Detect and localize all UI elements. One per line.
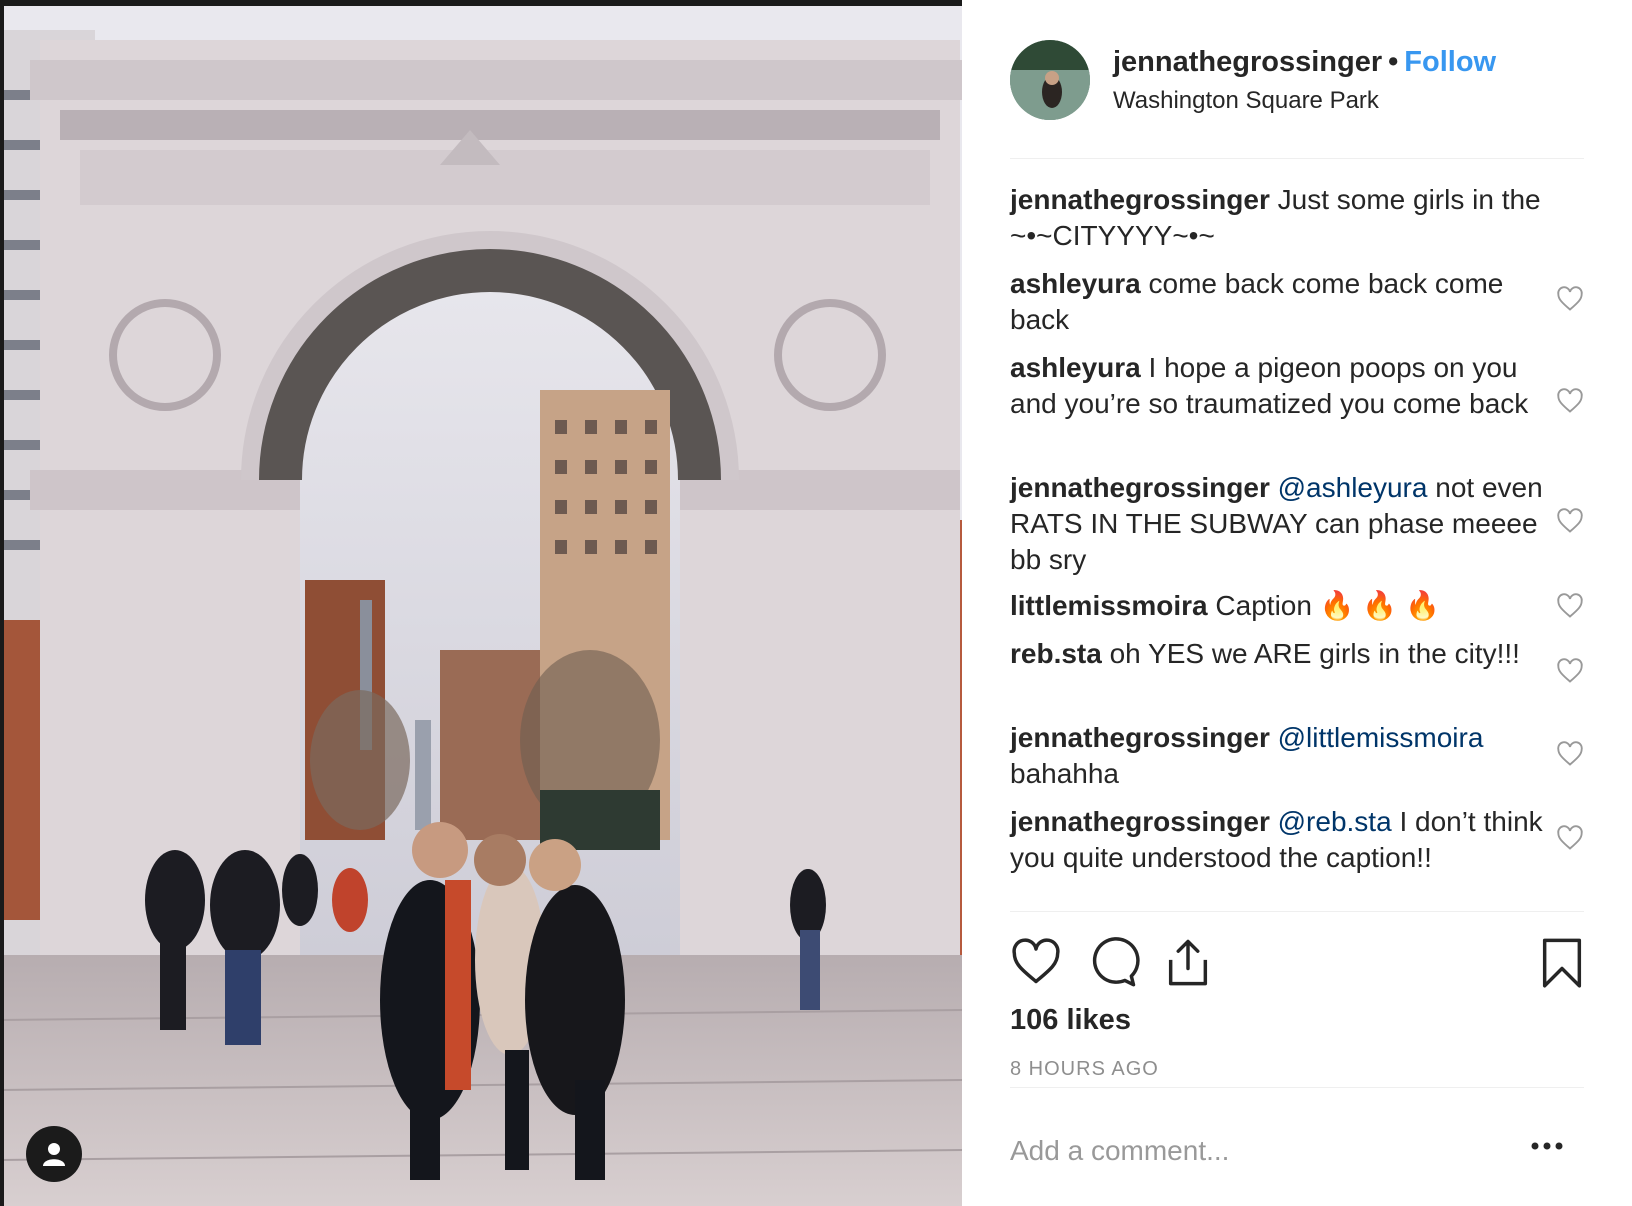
comment-like-heart-icon[interactable] [1556, 740, 1584, 768]
comment-like-heart-icon[interactable] [1556, 387, 1584, 415]
location-link[interactable]: Washington Square Park [1113, 87, 1379, 115]
comment-username[interactable]: jennathegrossinger [1010, 806, 1270, 837]
user-tag-icon [43, 1143, 65, 1166]
header-username[interactable]: jennathegrossinger [1113, 46, 1382, 78]
bookmark-icon[interactable] [1536, 936, 1588, 988]
arch-photo [0, 0, 962, 1206]
comment-like-heart-icon[interactable] [1556, 657, 1584, 685]
comment-item: jennathegrossinger @ashleyura not even R… [1010, 470, 1550, 578]
comment-mention[interactable]: @littlemissmoira [1278, 722, 1484, 753]
comment-username[interactable]: littlemissmoira [1010, 590, 1208, 621]
comment-like-heart-icon[interactable] [1556, 824, 1584, 852]
post-photo[interactable] [0, 0, 962, 1206]
post-timestamp[interactable]: 8 HOURS AGO [1010, 1058, 1159, 1081]
separator-dot: • [1388, 46, 1399, 78]
action-bar [1010, 936, 1584, 992]
comment-like-heart-icon[interactable] [1556, 592, 1584, 620]
comment-item: reb.sta oh YES we ARE girls in the city!… [1010, 636, 1550, 672]
actions-divider [1010, 911, 1584, 912]
comment-item: jennathegrossinger @littlemissmoira baha… [1010, 720, 1550, 792]
comment-bubble-icon[interactable] [1088, 936, 1140, 988]
comment-text: oh YES we ARE girls in the city!!! [1109, 638, 1520, 669]
heart-icon[interactable] [1010, 936, 1062, 988]
tagged-users-button[interactable] [26, 1126, 82, 1182]
comment-mention[interactable]: @reb.sta [1278, 806, 1392, 837]
more-options-icon[interactable] [1530, 1136, 1564, 1156]
comment-username[interactable]: ashleyura [1010, 352, 1141, 383]
comment-username[interactable]: ashleyura [1010, 268, 1141, 299]
header-username-row: jennathegrossinger • Follow [1113, 46, 1496, 79]
comment-item: littlemissmoira Caption 🔥 🔥 🔥 [1010, 588, 1550, 624]
caption: jennathegrossinger Just some girls in th… [1010, 182, 1550, 254]
comment-username[interactable]: jennathegrossinger [1010, 472, 1270, 503]
header-divider [1010, 158, 1584, 159]
comment-text: bahahha [1010, 758, 1120, 789]
likes-count[interactable]: 106 likes [1010, 1004, 1131, 1037]
input-divider [1010, 1087, 1584, 1088]
comment-item: ashleyura I hope a pigeon poops on you a… [1010, 350, 1550, 422]
comment-like-heart-icon[interactable] [1556, 285, 1584, 313]
comment-item: jennathegrossinger @reb.sta I don’t thin… [1010, 804, 1550, 876]
comment-username[interactable]: jennathegrossinger [1010, 722, 1270, 753]
share-upload-icon[interactable] [1162, 936, 1214, 988]
follow-button[interactable]: Follow [1404, 46, 1496, 78]
add-comment-input[interactable] [1010, 1126, 1490, 1176]
comment-item: ashleyura come back come back come back [1010, 266, 1550, 338]
avatar-photo [1010, 40, 1090, 120]
post-header: jennathegrossinger • Follow Washington Squ… [1010, 40, 1590, 120]
caption-username[interactable]: jennathegrossinger [1010, 184, 1270, 215]
comment-username[interactable]: reb.sta [1010, 638, 1102, 669]
comment-like-heart-icon[interactable] [1556, 507, 1584, 535]
avatar[interactable] [1010, 40, 1090, 120]
comment-text: Caption 🔥 🔥 🔥 [1215, 590, 1440, 621]
post-details-panel: jennathegrossinger • Follow Washington Squ… [962, 0, 1632, 1206]
comment-mention[interactable]: @ashleyura [1278, 472, 1428, 503]
